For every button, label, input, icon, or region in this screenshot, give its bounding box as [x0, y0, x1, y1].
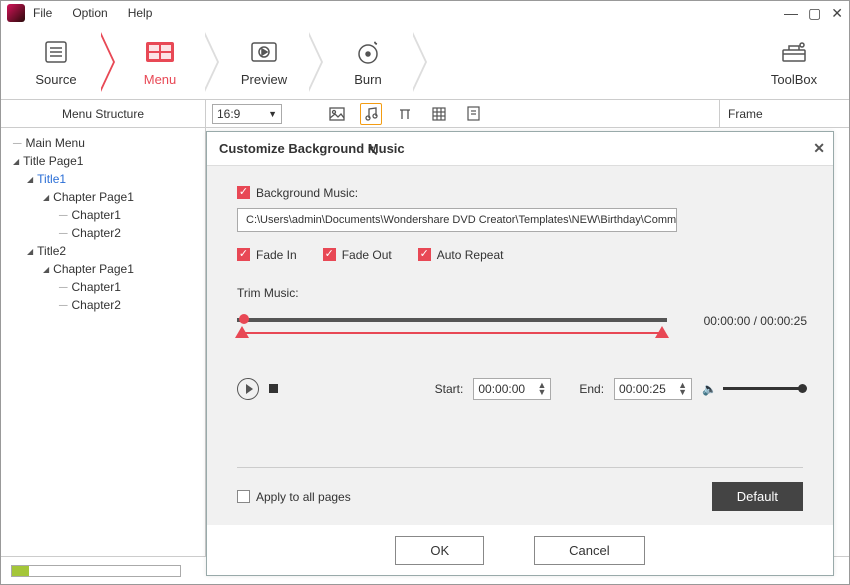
step-toolbox[interactable]: ToolBox — [749, 38, 839, 87]
sub-toolbar: Menu Structure 16:9 ▼ Frame — [1, 100, 849, 128]
auto-repeat-label: Auto Repeat — [437, 248, 504, 262]
background-music-checkbox[interactable]: ✓ Background Music: — [237, 186, 358, 200]
dialog-title-text: Customize Background Music — [219, 141, 405, 156]
checkbox-icon: ✓ — [237, 248, 250, 261]
music-icon[interactable] — [360, 103, 382, 125]
menubar: File Option Help — [33, 6, 152, 20]
cancel-button[interactable]: Cancel — [534, 536, 644, 565]
chevron-icon — [309, 32, 323, 92]
music-path-input[interactable]: C:\Users\admin\Documents\Wondershare DVD… — [237, 208, 677, 232]
tree-chapter1[interactable]: Chapter1 — [9, 278, 197, 296]
fade-out-checkbox[interactable]: ✓ Fade Out — [323, 248, 392, 262]
step-source-label: Source — [11, 72, 101, 87]
tree-panel: Main Menu Title Page1 Title1 Chapter Pag… — [1, 128, 206, 556]
menu-icon — [142, 38, 178, 66]
burn-icon — [350, 38, 386, 66]
tree-chapter2[interactable]: Chapter2 — [9, 296, 197, 314]
play-button[interactable] — [237, 378, 259, 400]
maximize-icon[interactable]: ▢ — [808, 5, 821, 22]
window-controls: — ▢ ✕ — [784, 5, 843, 22]
app-icon — [7, 4, 25, 22]
tree-chapter-page1[interactable]: Chapter Page1 — [9, 188, 197, 206]
tree-title1[interactable]: Title1 — [9, 170, 197, 188]
step-toolbox-label: ToolBox — [749, 72, 839, 87]
aspect-ratio-select[interactable]: 16:9 ▼ — [212, 104, 282, 124]
step-preview[interactable]: Preview — [219, 38, 309, 87]
spinner-icon: ▲▼ — [537, 382, 546, 396]
menu-structure-label: Menu Structure — [1, 100, 206, 127]
document-icon — [38, 38, 74, 66]
disc-usage-bar — [11, 565, 181, 577]
trim-end-handle[interactable] — [655, 326, 669, 338]
tree-title-page1[interactable]: Title Page1 — [9, 152, 197, 170]
auto-repeat-checkbox[interactable]: ✓ Auto Repeat — [418, 248, 504, 262]
start-time-value: 00:00:00 — [478, 382, 525, 396]
speaker-icon: 🔈 — [702, 382, 717, 396]
checkbox-icon: ✓ — [323, 248, 336, 261]
start-label: Start: — [435, 382, 464, 396]
step-preview-label: Preview — [219, 72, 309, 87]
aspect-ratio-value: 16:9 — [217, 107, 240, 121]
menubar-option[interactable]: Option — [72, 6, 107, 20]
start-time-input[interactable]: 00:00:00 ▲▼ — [473, 378, 551, 400]
dialog-close-icon[interactable]: ✕ — [813, 140, 825, 157]
end-time-value: 00:00:25 — [619, 382, 666, 396]
step-menu-label: Menu — [115, 72, 205, 87]
checkbox-icon: ✓ — [237, 490, 250, 503]
checkbox-icon: ✓ — [418, 248, 431, 261]
tree-chapter2[interactable]: Chapter2 — [9, 224, 197, 242]
stop-button[interactable] — [269, 384, 278, 393]
step-burn[interactable]: Burn — [323, 38, 413, 87]
dropdown-icon: ▼ — [268, 109, 277, 119]
spinner-icon: ▲▼ — [678, 382, 687, 396]
menubar-file[interactable]: File — [33, 6, 52, 20]
apply-all-label: Apply to all pages — [256, 490, 351, 504]
dialog-title: Customize Background Music ↖ ✕ — [207, 132, 833, 166]
tree-chapter1[interactable]: Chapter1 — [9, 206, 197, 224]
trim-music-label: Trim Music: — [237, 286, 803, 300]
trim-slider[interactable]: 00:00:00 / 00:00:25 — [237, 310, 667, 350]
play-icon — [246, 384, 253, 394]
step-menu[interactable]: Menu — [115, 38, 205, 87]
end-time-input[interactable]: 00:00:25 ▲▼ — [614, 378, 692, 400]
toolbox-icon — [776, 38, 812, 66]
tree-main-menu[interactable]: Main Menu — [9, 134, 197, 152]
menubar-help[interactable]: Help — [128, 6, 153, 20]
tree-title2[interactable]: Title2 — [9, 242, 197, 260]
image-icon[interactable] — [326, 103, 348, 125]
checkbox-icon: ✓ — [237, 186, 250, 199]
tree-chapter-page1[interactable]: Chapter Page1 — [9, 260, 197, 278]
fade-in-checkbox[interactable]: ✓ Fade In — [237, 248, 297, 262]
page-icon[interactable] — [462, 103, 484, 125]
text-icon[interactable] — [394, 103, 416, 125]
titlebar: File Option Help — ▢ ✕ — [1, 1, 849, 25]
time-display: 00:00:00 / 00:00:25 — [704, 314, 807, 328]
chevron-icon — [205, 32, 219, 92]
volume-slider[interactable]: 🔈 — [702, 382, 803, 396]
music-path-value: C:\Users\admin\Documents\Wondershare DVD… — [246, 214, 677, 226]
customize-music-dialog: Customize Background Music ↖ ✕ ✓ Backgro… — [206, 131, 834, 576]
chevron-icon — [101, 32, 115, 92]
ok-button[interactable]: OK — [395, 536, 484, 565]
playhead-icon[interactable] — [239, 314, 249, 324]
fade-in-label: Fade In — [256, 248, 297, 262]
step-source[interactable]: Source — [11, 38, 101, 87]
apply-all-checkbox[interactable]: ✓ Apply to all pages — [237, 490, 351, 504]
fade-out-label: Fade Out — [342, 248, 392, 262]
default-button[interactable]: Default — [712, 482, 803, 511]
close-icon[interactable]: ✕ — [831, 5, 843, 22]
trim-start-handle[interactable] — [235, 326, 249, 338]
end-label: End: — [579, 382, 604, 396]
stepbar: Source Menu Preview Burn ToolBox — [1, 25, 849, 100]
chevron-icon — [413, 32, 427, 92]
grid-icon[interactable] — [428, 103, 450, 125]
minimize-icon[interactable]: — — [784, 5, 798, 22]
step-burn-label: Burn — [323, 72, 413, 87]
preview-icon — [246, 38, 282, 66]
background-music-label: Background Music: — [256, 186, 358, 200]
frame-label: Frame — [719, 100, 849, 127]
